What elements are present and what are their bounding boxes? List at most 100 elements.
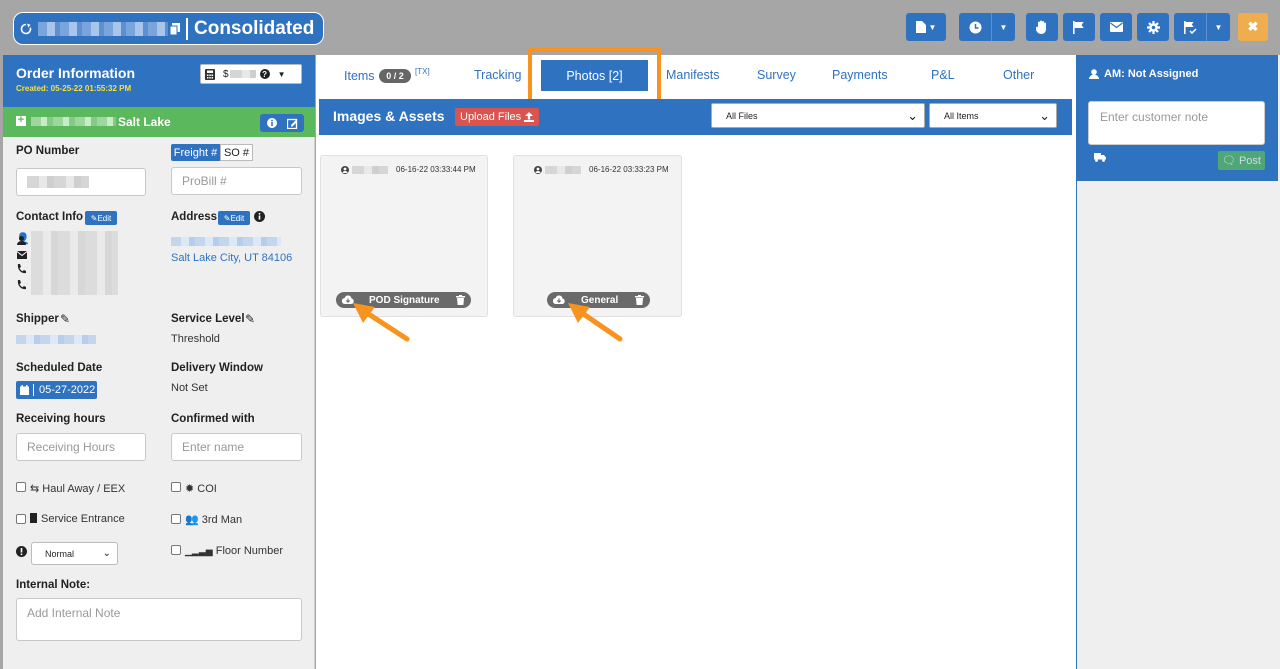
address-city[interactable]: Salt Lake City, UT 84106 xyxy=(171,252,292,264)
truck-icon xyxy=(1094,153,1106,162)
hand-icon xyxy=(1036,20,1046,34)
probill-input[interactable]: ProBill # xyxy=(171,167,302,195)
chevron-down-icon: ⌄ xyxy=(102,548,111,559)
user-circle-icon xyxy=(341,165,349,174)
freight-number-toggle[interactable]: Freight # xyxy=(171,144,220,161)
post-note-button[interactable]: 🗨 Post xyxy=(1218,151,1265,170)
location-name: Salt Lake xyxy=(118,115,171,129)
edit-icon[interactable] xyxy=(286,118,298,129)
notes-panel-header: AM: Not Assigned Enter customer note 🗨 Po… xyxy=(1076,55,1278,181)
close-icon: ✖ xyxy=(1247,19,1259,34)
flag-check-icon xyxy=(1183,20,1197,34)
refresh-icon[interactable] xyxy=(20,23,32,35)
floor-number-checkbox[interactable] xyxy=(171,545,181,555)
annotation-arrow xyxy=(568,303,623,342)
confirmed-with-input[interactable]: Enter name xyxy=(171,433,302,461)
priority-select[interactable]: Normal ⌄ xyxy=(31,542,118,565)
receiving-hours-label: Receiving hours xyxy=(16,413,106,425)
document-menu-button[interactable]: ▼ xyxy=(906,13,946,41)
document-icon xyxy=(915,21,926,33)
history-button[interactable] xyxy=(959,13,991,41)
service-level-value: Threshold xyxy=(171,333,220,345)
upload-files-button[interactable]: Upload Files xyxy=(455,108,540,126)
photo-card[interactable]: 06-16-22 03:33:23 PM General xyxy=(513,155,682,317)
haul-away-label: ⇆ Haul Away / EEX xyxy=(30,483,126,495)
po-number-label: PO Number xyxy=(16,145,80,157)
tab-other[interactable]: Other xyxy=(1003,68,1034,82)
route-dropdown[interactable]: ▼ xyxy=(1206,13,1230,41)
file-type-filter[interactable]: All Files ⌄ xyxy=(711,103,925,128)
account-value: $ xyxy=(223,68,229,80)
trash-icon[interactable] xyxy=(635,295,644,305)
upload-icon xyxy=(524,112,535,122)
item-filter[interactable]: All Items ⌄ xyxy=(929,103,1057,128)
tab-photos[interactable]: Photos [2] xyxy=(539,58,650,93)
address-street-redacted xyxy=(171,237,281,246)
address-edit-button[interactable]: ✎ Edit xyxy=(218,211,250,225)
location-bar: + Salt Lake xyxy=(3,107,315,137)
chevron-down-icon: ⌄ xyxy=(1039,107,1050,123)
delivery-window-label: Delivery Window xyxy=(171,362,263,374)
items-count-badge: 0 / 2 xyxy=(379,69,411,83)
assets-title: Images & Assets xyxy=(333,108,445,124)
shipper-edit-icon[interactable]: ✎ xyxy=(60,312,70,326)
info-icon[interactable] xyxy=(254,211,265,222)
tab-tracking[interactable]: Tracking xyxy=(474,68,521,82)
trash-icon[interactable] xyxy=(456,295,465,305)
account-manager: AM: Not Assigned xyxy=(1104,68,1199,80)
service-entrance-checkbox[interactable] xyxy=(16,514,26,524)
tab-survey[interactable]: Survey xyxy=(757,68,796,82)
confirmed-with-label: Confirmed with xyxy=(171,413,255,425)
flag-button[interactable] xyxy=(1063,13,1095,41)
haul-away-checkbox[interactable] xyxy=(16,482,26,492)
contact-edit-button[interactable]: ✎ Edit xyxy=(85,211,117,225)
created-timestamp: Created: 05-25-22 01:55:32 PM xyxy=(16,84,132,93)
service-entrance-label: Service Entrance xyxy=(30,513,125,525)
tab-items[interactable]: Items xyxy=(344,69,375,83)
po-number-input[interactable] xyxy=(16,168,146,196)
order-id-redacted xyxy=(38,21,168,36)
coi-checkbox[interactable] xyxy=(171,482,181,492)
copy-icon[interactable] xyxy=(170,22,180,35)
info-icon[interactable] xyxy=(266,118,277,128)
expand-icon[interactable]: + xyxy=(16,115,26,126)
contact-info-label: Contact Info xyxy=(16,211,84,223)
receiving-hours-input[interactable]: Receiving Hours xyxy=(16,433,146,461)
scheduled-date-field[interactable]: 05-27-2022 xyxy=(16,381,97,399)
account-select[interactable]: $ ? ▼ xyxy=(200,64,302,84)
hold-button[interactable] xyxy=(1026,13,1058,41)
scheduled-date-label: Scheduled Date xyxy=(16,362,103,374)
chevron-down-icon: ⌄ xyxy=(907,107,918,123)
contact-details-redacted xyxy=(31,231,118,295)
clock-icon xyxy=(969,21,981,33)
tab-pl[interactable]: P&L xyxy=(931,68,955,82)
user-icon xyxy=(1089,69,1099,79)
internal-note-input[interactable]: Add Internal Note xyxy=(16,598,302,641)
so-number-toggle[interactable]: SO # xyxy=(220,144,253,161)
title-pill: Consolidated xyxy=(13,12,324,45)
settings-button[interactable] xyxy=(1137,13,1169,41)
service-level-edit-icon[interactable]: ✎ xyxy=(245,312,255,326)
annotation-arrow xyxy=(353,303,410,342)
customer-note-input[interactable]: Enter customer note xyxy=(1088,101,1265,145)
user-circle-icon xyxy=(534,165,542,174)
close-button[interactable]: ✖ xyxy=(1238,13,1268,41)
gear-icon xyxy=(1146,20,1160,34)
shipper-label: Shipper xyxy=(16,313,59,325)
photo-card[interactable]: 06-16-22 03:33:44 PM POD Signature xyxy=(320,155,488,317)
service-level-label: Service Level xyxy=(171,313,245,325)
envelope-icon xyxy=(1109,22,1123,32)
route-button[interactable] xyxy=(1174,13,1206,41)
location-actions[interactable] xyxy=(260,114,304,132)
question-icon[interactable]: ? xyxy=(259,69,270,79)
building-icon xyxy=(30,513,37,523)
third-man-checkbox[interactable] xyxy=(171,514,181,524)
email-button[interactable] xyxy=(1100,13,1132,41)
coi-label: ✹ COI xyxy=(185,483,217,495)
phone-icon xyxy=(17,280,26,290)
tab-payments[interactable]: Payments xyxy=(832,68,888,82)
history-dropdown[interactable]: ▼ xyxy=(991,13,1015,41)
phone-icon xyxy=(17,264,26,274)
tab-manifests[interactable]: Manifests xyxy=(666,68,720,82)
address-label: Address xyxy=(171,211,218,223)
